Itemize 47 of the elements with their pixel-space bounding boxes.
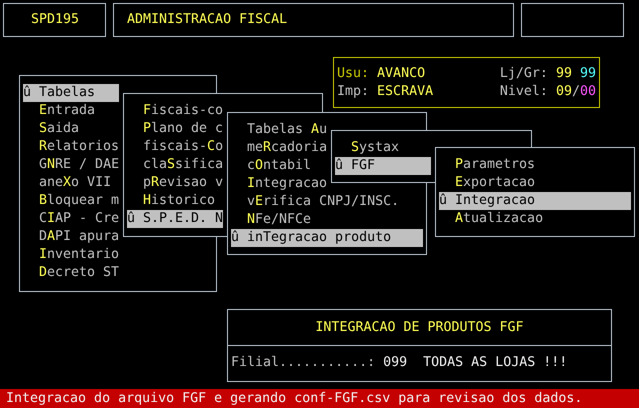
menu-item[interactable]: û Integracao [439,192,631,210]
menu-item[interactable]: Systax [335,139,431,157]
menu-item[interactable]: Inventario [23,246,119,264]
field-label: Filial...........: [231,354,376,372]
menu-item[interactable]: aneXo VII [23,174,119,192]
user-name: AVANCO [377,66,426,81]
group-number: 99 [580,66,596,81]
menu-item[interactable]: claSsifica [127,156,223,174]
menu-item[interactable]: Tabelas Au [231,121,423,139]
level-label: Nivel: [500,84,548,99]
menu-item[interactable]: Decreto ST [23,264,119,282]
menu-item[interactable]: Entrada [23,102,119,120]
menu-item[interactable]: Saida [23,120,119,138]
field-value: 099 [383,354,408,372]
menu-item[interactable]: û S.P.E.D. N [127,210,223,228]
program-code: SPD195 [31,11,80,29]
menu-item[interactable]: DAPI apura [23,228,119,246]
group-level: 00 [580,84,596,99]
menu-item[interactable]: û Tabelas [23,84,119,102]
menu-item[interactable]: Exportacao [439,174,631,192]
menu-item[interactable]: pRevisao v [127,174,223,192]
level-separator: / [572,84,580,99]
menu-item[interactable]: û FGF [335,157,431,175]
menu-item[interactable]: CIAP - Cre [23,210,119,228]
menu-item[interactable]: Relatorios [23,138,119,156]
menu-item[interactable]: û inTegracao produto [231,229,423,247]
menu-item[interactable]: Historico [127,192,223,210]
store-label: Lj/Gr: [500,66,548,81]
store-number: 99 [556,66,572,81]
printer-label: Imp: [337,84,370,99]
menu-item[interactable]: NFe/NFCe [231,211,423,229]
dialog-title: INTEGRACAO DE PRODUTOS FGF [315,318,524,336]
user-label: Usu: [337,66,370,81]
menu-item[interactable]: Fiscais-co [127,102,223,120]
menu-item[interactable]: GNRE / DAE [23,156,119,174]
menu-item[interactable]: Atualizacao [439,210,631,228]
screen-title: ADMINISTRACAO FISCAL [127,11,288,29]
menu-item[interactable]: Plano de c [127,120,223,138]
menu-item[interactable]: fiscais-Co [127,138,223,156]
printer-name: ESCRAVA [377,84,434,99]
status-message: Integracao do arquivo FGF e gerando conf-FGF.csv para revisao dos dados. [6,391,582,406]
field-note: TODAS AS LOJAS !!! [423,354,568,372]
menu-item[interactable]: Bloquear m [23,192,119,210]
user-level: 09 [556,84,572,99]
menu-item[interactable]: Parametros [439,156,631,174]
menu-item[interactable]: Integracao [231,175,423,193]
menu-item[interactable]: vErifica CNPJ/INSC. [231,193,423,211]
